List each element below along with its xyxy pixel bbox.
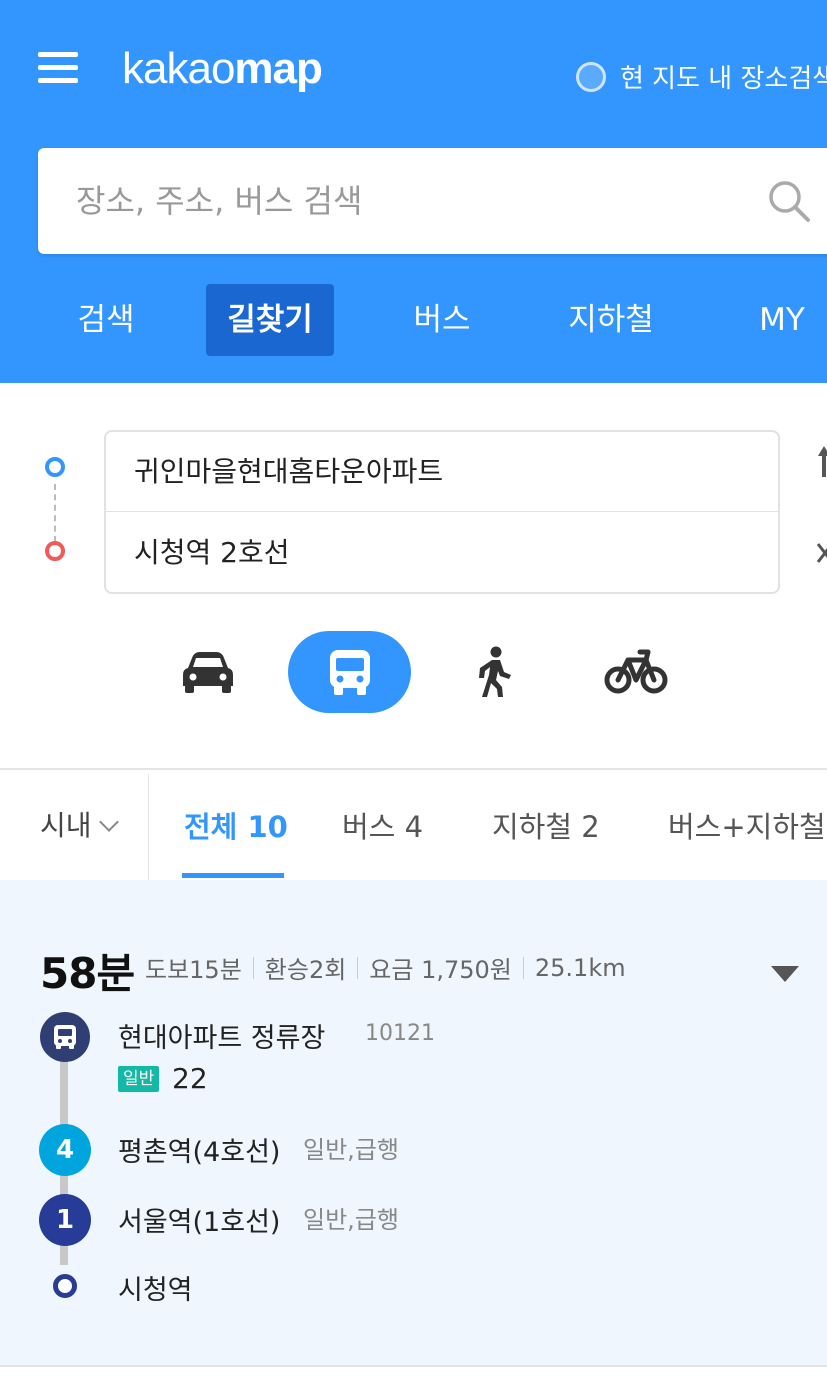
filter-tab-all[interactable]: 전체 10 bbox=[184, 804, 288, 846]
walk-time: 도보15분 bbox=[145, 956, 242, 984]
bus-stop-icon bbox=[40, 1012, 90, 1062]
fare: 요금 1,750원 bbox=[369, 956, 512, 984]
filter-tab-bus-subway[interactable]: 버스+지하철 bbox=[668, 804, 826, 846]
distance: 25.1km bbox=[534, 953, 626, 982]
route-input-box: 귀인마을현대홈타운아파트 시청역 2호선 bbox=[104, 430, 780, 594]
stop-name: 시청역 bbox=[118, 1275, 193, 1306]
bike-icon bbox=[604, 649, 668, 694]
chevron-down-icon bbox=[98, 812, 119, 832]
route-markers bbox=[44, 456, 68, 566]
bus-icon bbox=[329, 650, 370, 695]
region-label: 시내 bbox=[40, 809, 92, 842]
tab-bus[interactable]: 버스 bbox=[396, 284, 488, 356]
swap-arrow-icon[interactable] bbox=[814, 444, 827, 484]
tab-subway[interactable]: 지하철 bbox=[552, 284, 670, 356]
logo-text-light: kakao bbox=[122, 44, 235, 93]
car-icon bbox=[183, 652, 233, 693]
filter-tab-subway[interactable]: 지하철 2 bbox=[492, 804, 600, 846]
origin-field[interactable]: 귀인마을현대홈타운아파트 bbox=[106, 432, 778, 512]
main-nav: 검색 길찾기 버스 지하철 MY bbox=[0, 284, 827, 356]
map-area-search-label: 현 지도 내 장소검색 bbox=[620, 64, 827, 94]
filter-divider bbox=[148, 774, 149, 880]
tab-my[interactable]: MY bbox=[740, 284, 824, 356]
filter-tab-bus[interactable]: 버스 4 bbox=[342, 804, 423, 846]
logo-text-bold: map bbox=[234, 44, 322, 93]
walk-icon bbox=[479, 646, 511, 697]
tab-directions[interactable]: 길찾기 bbox=[206, 284, 334, 356]
separator bbox=[522, 956, 524, 979]
search-icon[interactable] bbox=[766, 178, 812, 224]
menu-icon[interactable] bbox=[38, 52, 78, 86]
route-connector bbox=[54, 484, 56, 542]
expand-triangle-icon[interactable] bbox=[771, 966, 799, 982]
origin-marker-icon bbox=[45, 457, 65, 477]
transfer-count: 환승2회 bbox=[264, 956, 347, 984]
mode-transit[interactable] bbox=[288, 631, 411, 713]
train-type: 일반,급행 bbox=[303, 1136, 399, 1164]
region-select[interactable]: 시내 bbox=[40, 804, 119, 844]
route-filter-bar: 시내 전체 10 버스 4 지하철 2 버스+지하철 bbox=[0, 770, 827, 880]
stop-id: 10121 bbox=[365, 1021, 435, 1046]
route-duration: 58분 bbox=[40, 949, 135, 998]
mode-car[interactable] bbox=[166, 631, 250, 713]
stop-name: 서울역(1호선) bbox=[118, 1207, 281, 1238]
stop-name: 현대아파트 정류장 bbox=[118, 1023, 326, 1054]
stop-name: 평촌역(4호선) bbox=[118, 1137, 281, 1168]
route-summary: 도보15분 환승2회 요금 1,750원 25.1km bbox=[145, 950, 626, 985]
result-divider bbox=[0, 1365, 827, 1367]
subway-line-4-icon: 4 bbox=[39, 1124, 91, 1176]
mode-walk[interactable] bbox=[456, 631, 532, 713]
bus-type-badge: 일반 bbox=[118, 1066, 160, 1092]
destination-field[interactable]: 시청역 2호선 bbox=[106, 513, 778, 593]
search-box bbox=[38, 148, 827, 254]
separator bbox=[252, 956, 254, 979]
active-tab-indicator bbox=[182, 873, 284, 878]
mode-bike[interactable] bbox=[596, 631, 676, 713]
bus-number: 22 bbox=[172, 1062, 208, 1095]
subway-line-1-icon: 1 bbox=[39, 1194, 91, 1246]
radio-icon[interactable] bbox=[576, 61, 606, 92]
destination-marker-icon bbox=[45, 541, 65, 561]
destination-dot-icon bbox=[53, 1274, 77, 1298]
app-header: kakaomap 현 지도 내 장소검색 검색 길찾기 버스 지하철 MY bbox=[0, 0, 827, 383]
tab-search[interactable]: 검색 bbox=[60, 284, 152, 356]
search-input[interactable] bbox=[38, 148, 758, 254]
train-type: 일반,급행 bbox=[303, 1206, 399, 1234]
kakaomap-logo[interactable]: kakaomap bbox=[122, 44, 323, 94]
separator bbox=[357, 956, 359, 979]
close-icon[interactable] bbox=[814, 538, 827, 568]
map-area-search-toggle[interactable]: 현 지도 내 장소검색 bbox=[576, 58, 827, 95]
